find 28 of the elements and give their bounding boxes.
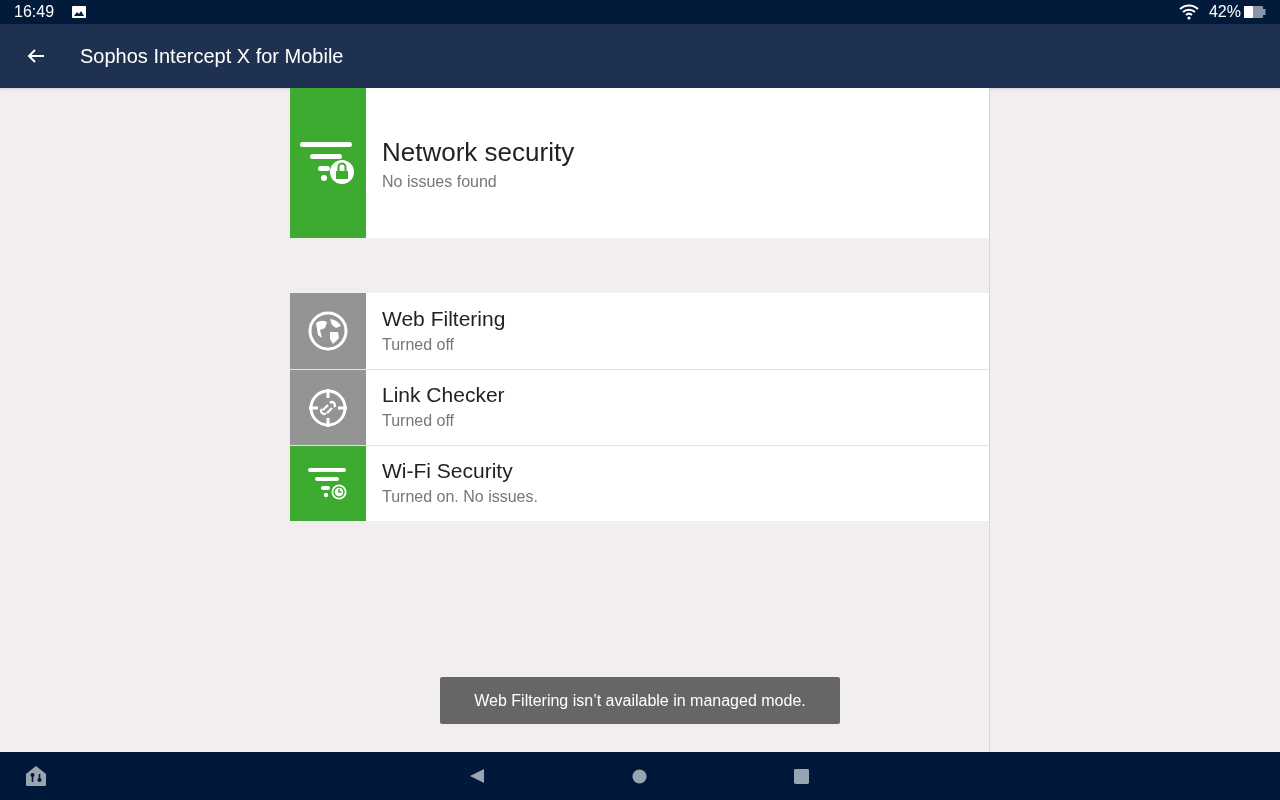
feature-title: Web Filtering: [382, 305, 506, 332]
recents-nav-icon[interactable]: [794, 768, 809, 784]
feature-status: Turned on. No issues.: [382, 487, 538, 507]
app-title: Sophos Intercept X for Mobile: [80, 44, 344, 69]
card-title: Network security: [382, 136, 575, 168]
battery-percent: 42%: [1208, 2, 1241, 22]
battery-icon: [1244, 6, 1266, 18]
home-lock-icon[interactable]: [25, 765, 47, 787]
back-arrow-icon: [27, 48, 45, 64]
feature-row[interactable]: Web Filtering Turned off: [290, 293, 989, 369]
feature-row[interactable]: Link Checker Turned off: [290, 369, 989, 445]
back-nav-icon[interactable]: [469, 768, 485, 784]
image-notification-icon: [72, 6, 87, 18]
filter-clock-icon: [308, 467, 348, 500]
feature-status: Turned off: [382, 334, 456, 355]
wifi-icon: [1178, 4, 1199, 20]
feature-title: Wi-Fi Security: [382, 458, 514, 484]
status-time: 16:49: [14, 2, 55, 22]
feature-title: Link Checker: [382, 382, 505, 408]
toast-message: Web Filtering isn’t available in managed mode.: [440, 677, 840, 724]
globe-icon: [308, 311, 348, 351]
target-link-icon: [307, 386, 349, 429]
home-nav-icon[interactable]: [632, 768, 647, 784]
status-card[interactable]: Network security No issues found: [290, 88, 989, 238]
filter-lock-icon: [300, 140, 356, 186]
feature-row[interactable]: Wi-Fi Security Turned on. No issues.: [290, 445, 989, 521]
feature-status: Turned off: [382, 411, 456, 431]
card-subtitle: No issues found: [382, 172, 498, 192]
